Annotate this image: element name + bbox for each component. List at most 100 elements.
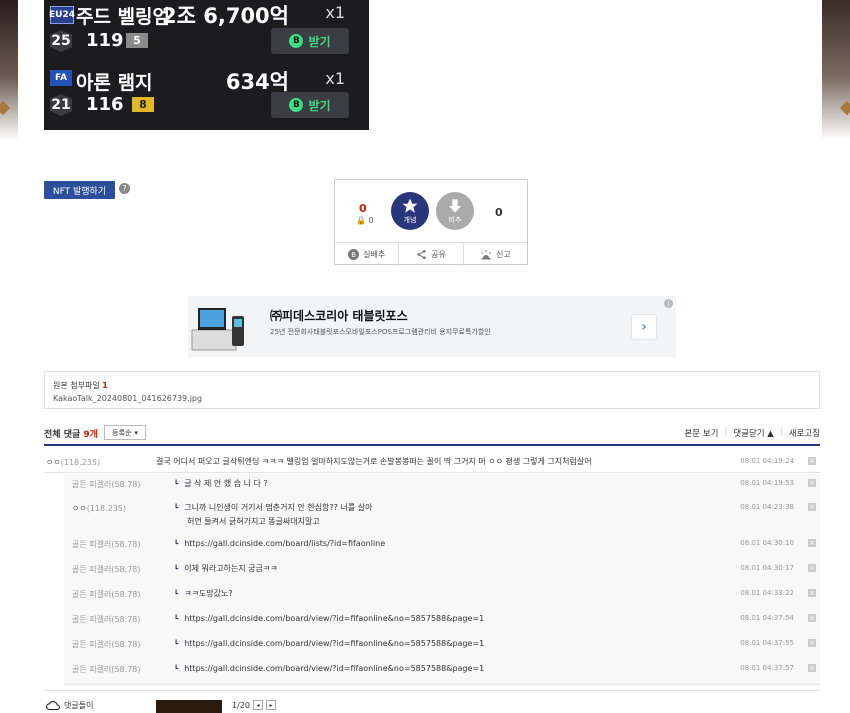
right-side-decoration [822, 0, 850, 140]
level-badge: 25 [50, 30, 72, 52]
comment-text: ┗ https://gall.dcinside.com/board/lists/?… [174, 539, 386, 548]
downvote-button[interactable]: 비추 [436, 192, 474, 230]
delete-icon[interactable]: × [808, 639, 816, 647]
lock-icon: 🔒 [356, 216, 366, 225]
ad-banner[interactable]: ㈜피데스코리아 태블릿포스 25년 전문회사태블릿포스모바일포스POS프로그램관… [188, 296, 676, 357]
comment-date: 08.01 04:33:22 [740, 589, 794, 597]
player-name: 주드 벨링엄 [76, 6, 171, 28]
comments-header: 전체 댓글 9개 등록순 ▾ 본문 보기 | 댓글닫기 ▲ | 새로고침 [44, 424, 820, 446]
comment-text: ┗ 이제 뭐라고하는지 궁금ㅋㅋ [174, 564, 278, 573]
comment-ip: (58.78) [111, 480, 141, 489]
reply-arrow-icon: ┗ [174, 480, 179, 488]
delete-icon[interactable]: × [808, 614, 816, 622]
comment-ip: (58.78) [111, 615, 141, 624]
comment-ip: (58.78) [111, 665, 141, 674]
receive-button[interactable]: B 받기 [271, 28, 349, 54]
chevron-right-icon[interactable]: › [631, 314, 657, 340]
attachment-file-link[interactable]: KakaoTalk_20240801_041626739.jpg [53, 394, 202, 403]
reply-row: ㅇㅇ(118.235) ┗ 그니까 니인생이 거기서 멈춘거지 안 한심함?? 너를… [64, 498, 820, 535]
share-label: 공유 [431, 250, 446, 259]
ad-title: ㈜피데스코리아 태블릿포스 [270, 309, 408, 323]
comment-nickname[interactable]: 골든 피겔러(58.78) [72, 479, 141, 490]
refresh-link[interactable]: 새로고침 [789, 427, 820, 439]
comment-nickname[interactable]: 골든 피겔러(58.78) [72, 614, 141, 625]
comment-ip: (58.78) [111, 565, 141, 574]
comment-ip: (58.78) [111, 590, 141, 599]
overall-rating: 119 [86, 30, 124, 51]
reply-row: 골든 피겔러(58.78) ┗ https://gall.dcinside.com/… [64, 534, 820, 560]
ad-subtitle: 25년 전문회사태블릿포스모바일포스POS프로그램관리비 용지무료특가할인 [270, 328, 491, 336]
next-page-button[interactable]: ▸ [265, 700, 276, 710]
reply-arrow-icon: ┗ [174, 590, 179, 598]
help-icon[interactable]: ? [119, 183, 130, 194]
recommend-box: 0 🔒 0 개념 비추 0 B 실베추 공유 신고 [334, 179, 528, 266]
b-coin-icon: B [289, 98, 304, 112]
reply-arrow-icon: ┗ [174, 615, 179, 623]
delete-icon[interactable]: × [808, 539, 816, 547]
delete-icon[interactable]: × [808, 503, 816, 511]
sort-select[interactable]: 등록순 ▾ [104, 425, 146, 440]
comment-nickname[interactable]: 골든 피겔러(58.78) [72, 589, 141, 600]
comment-nickname[interactable]: 골든 피겔러(58.78) [72, 639, 141, 650]
silbe-recommend-label: 실베추 [363, 250, 386, 259]
reply-row: 골든 피겔러(58.78) ┗ https://gall.dcinside.com/… [64, 659, 820, 685]
pos-terminal-image [191, 308, 244, 351]
receive-label: 받기 [308, 34, 331, 49]
report-button[interactable]: 신고 [464, 243, 527, 266]
b-coin-icon: B [348, 249, 360, 260]
ad-info-icon[interactable]: i [664, 299, 673, 308]
nft-mint-button[interactable]: NFT 발행하기 [44, 181, 115, 199]
cloud-icon [46, 701, 60, 711]
delete-icon[interactable]: × [808, 589, 816, 597]
comment-text: ┗ https://gall.dcinside.com/board/view/?i… [174, 664, 485, 673]
comment-nickname[interactable]: 골든 피겔러(58.78) [72, 564, 141, 575]
receive-button[interactable]: B 받기 [271, 92, 349, 118]
delete-icon[interactable]: × [808, 479, 816, 487]
quantity: x1 [325, 69, 345, 88]
delete-icon[interactable]: × [808, 664, 816, 672]
star-icon [402, 198, 418, 213]
comment-header-links: 본문 보기 | 댓글닫기 ▲ | 새로고침 [684, 427, 820, 439]
arrow-down-icon [449, 199, 461, 213]
comment-bot-label: 댓글돌이 [46, 700, 93, 711]
siren-icon [481, 250, 491, 260]
comment-date: 08.01 04:30:10 [740, 539, 794, 547]
overall-rating: 116 [86, 94, 124, 115]
delete-icon[interactable]: × [808, 457, 816, 465]
pager: 1/20 ◂ ▸ [232, 700, 276, 710]
comment-date: 08.01 04:37:55 [740, 639, 794, 647]
quantity: x1 [325, 3, 345, 22]
comment-row: ㅇㅇ(118.235) 결국 어디서 퍼오고 글삭튀엔딩 ㅋㅋㅋ 벨링엄 얼마하지… [44, 452, 820, 473]
comment-nickname[interactable]: ㅇㅇ(118.235) [46, 457, 100, 468]
share-button[interactable]: 공유 [399, 243, 464, 266]
caret-down-icon: ▾ [134, 428, 138, 437]
upvote-button[interactable]: 개념 [391, 192, 429, 230]
comment-date: 08.01 04:23:38 [740, 503, 794, 511]
b-coin-icon: B [289, 34, 304, 48]
prev-page-button[interactable]: ◂ [252, 700, 263, 710]
comment-nickname[interactable]: 골든 피겔러(58.78) [72, 664, 141, 675]
player-card-image: EU24 주드 벨링엄 2조 6,700억 x1 25 119 5 B 받기 F… [44, 0, 369, 130]
reply-arrow-icon: ┗ [174, 665, 179, 673]
comment-nickname[interactable]: 골든 피겔러(58.78) [72, 539, 141, 550]
comment-ip: (58.78) [111, 640, 141, 649]
view-post-link[interactable]: 본문 보기 [684, 427, 718, 439]
comment-date: 08.01 04:19:53 [740, 479, 794, 487]
vote-action-bar: B 실베추 공유 신고 [335, 242, 527, 266]
reply-arrow-icon: ┗ [174, 540, 179, 548]
comment-nickname[interactable]: ㅇㅇ(118.235) [72, 503, 126, 514]
silbe-recommend-button[interactable]: B 실베추 [335, 243, 400, 266]
dccon-thumbnail[interactable] [156, 700, 222, 713]
player-price: 2조 6,700억 [162, 4, 289, 28]
delete-icon[interactable]: × [808, 564, 816, 572]
receive-label: 받기 [308, 98, 331, 113]
comment-date: 08.01 04:19:24 [740, 457, 794, 465]
player-row: FA 아론 램지 634억 x1 21 116 8 B 받기 [44, 62, 369, 124]
close-comments-link[interactable]: 댓글닫기 ▲ [733, 427, 774, 439]
attachment-box: 원본 첨부파일 1 KakaoTalk_20240801_041626739.j… [44, 371, 820, 409]
player-row: EU24 주드 벨링엄 2조 6,700억 x1 25 119 5 B 받기 [44, 0, 369, 62]
comment-ip: (118.235) [86, 504, 127, 513]
fixed-upvote-count: 🔒 0 [356, 216, 374, 225]
upvote-label: 개념 [403, 216, 417, 224]
comment-ip: (58.78) [111, 540, 141, 549]
